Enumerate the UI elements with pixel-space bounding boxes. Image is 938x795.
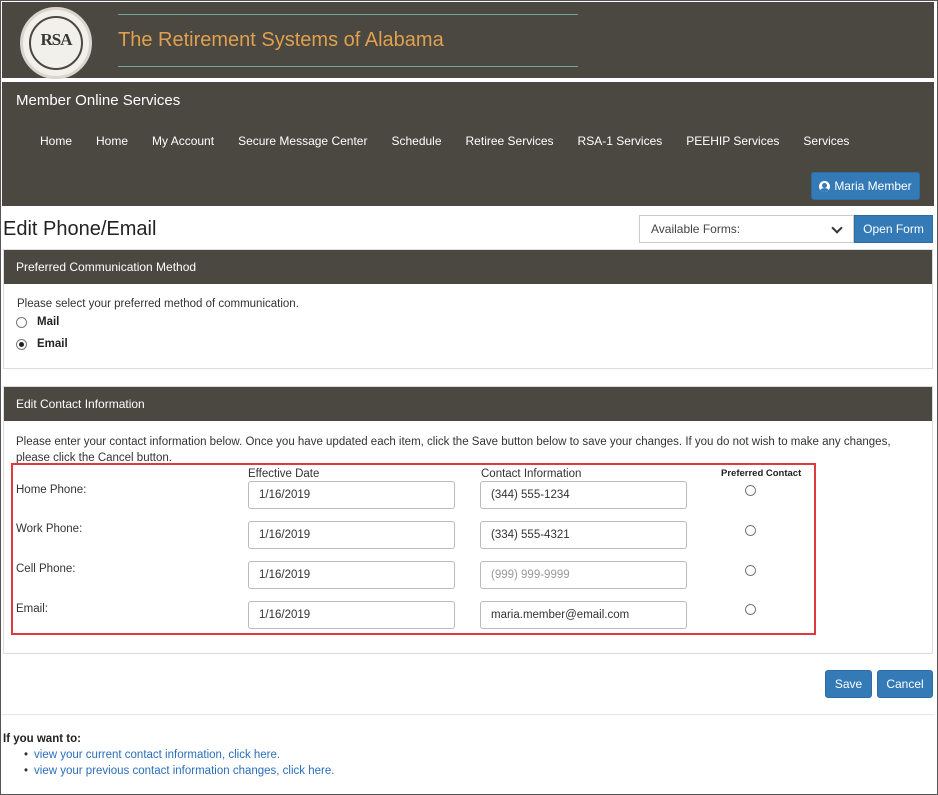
contact-instruction: Please enter your contact information be… — [16, 436, 891, 464]
nav-item-my-account[interactable]: My Account — [140, 134, 226, 148]
home-phone-date-field[interactable]: 1/16/2019 — [248, 481, 455, 509]
save-button[interactable]: Save — [825, 670, 872, 698]
work-phone-preferred-radio[interactable] — [745, 525, 756, 536]
nav-item-services[interactable]: Services — [791, 134, 861, 148]
work-phone-field[interactable]: (334) 555-4321 — [480, 521, 687, 549]
radio-option-mail[interactable]: Mail — [16, 316, 59, 328]
available-forms-select[interactable]: Available Forms: — [639, 215, 854, 243]
email-date-field[interactable]: 1/16/2019 — [248, 601, 455, 629]
mail-radio[interactable] — [16, 316, 27, 328]
column-header-preferred-contact: Preferred Contact — [721, 468, 802, 479]
user-icon — [819, 180, 831, 192]
chevron-down-icon — [831, 222, 843, 234]
email-field[interactable]: maria.member@email.com — [480, 601, 687, 629]
nav-item-home-2[interactable]: Home — [84, 134, 140, 148]
column-header-effective-date: Effective Date — [248, 468, 320, 480]
work-phone-date-field[interactable]: 1/16/2019 — [248, 521, 455, 549]
cell-phone-preferred-radio[interactable] — [745, 565, 756, 576]
rsa-logo[interactable]: RSA — [20, 7, 92, 79]
brand-title: The Retirement Systems of Alabama — [118, 29, 444, 51]
communication-instruction: Please select your preferred method of c… — [17, 298, 299, 310]
page-title: Edit Phone/Email — [3, 218, 157, 240]
nav-band: Member Online Services Home Home My Acco… — [2, 82, 934, 206]
radio-option-email[interactable]: Email — [16, 338, 68, 350]
nav-item-schedule[interactable]: Schedule — [379, 134, 453, 148]
site-title: Member Online Services — [16, 92, 181, 109]
mail-label: Mail — [37, 316, 60, 328]
user-name: Maria Member — [834, 179, 912, 193]
brand-rule-top — [118, 14, 578, 15]
email-radio[interactable] — [16, 338, 27, 350]
nav-item-home[interactable]: Home — [28, 134, 84, 148]
available-forms-value: Available Forms: — [651, 222, 741, 236]
home-phone-label: Home Phone: — [16, 484, 87, 496]
brand-rule-bottom — [118, 66, 578, 67]
bullet-icon: • — [24, 749, 29, 761]
logo-mark: RSA — [40, 30, 72, 49]
preferred-communication-panel: Preferred Communication Method Please se… — [3, 249, 933, 369]
nav-item-secure-message-center[interactable]: Secure Message Center — [226, 134, 379, 148]
user-menu-button[interactable]: Maria Member — [811, 172, 920, 200]
nav-item-retiree-services[interactable]: Retiree Services — [454, 134, 566, 148]
nav-item-rsa1-services[interactable]: RSA-1 Services — [566, 134, 675, 148]
panel-heading: Preferred Communication Method — [4, 250, 932, 284]
site-header: RSA The Retirement Systems of Alabama — [2, 2, 934, 80]
work-phone-label: Work Phone: — [16, 523, 83, 535]
previous-changes-link[interactable]: view your previous contact information c… — [34, 765, 334, 777]
open-form-button[interactable]: Open Form — [854, 215, 933, 243]
previous-changes-link-item: • view your previous contact information … — [24, 765, 334, 777]
current-contact-link[interactable]: view your current contact information, c… — [34, 749, 280, 761]
main-nav: Home Home My Account Secure Message Cent… — [28, 134, 861, 148]
email-row-label: Email: — [16, 603, 48, 615]
home-phone-field[interactable]: (344) 555-1234 — [480, 481, 687, 509]
home-phone-preferred-radio[interactable] — [745, 485, 756, 496]
cell-phone-field[interactable]: (999) 999-9999 — [480, 561, 687, 589]
cancel-button[interactable]: Cancel — [877, 670, 933, 698]
footer-divider — [2, 714, 934, 715]
panel-heading: Edit Contact Information — [4, 387, 932, 421]
column-header-contact-information: Contact Information — [481, 468, 582, 480]
cell-phone-date-field[interactable]: 1/16/2019 — [248, 561, 455, 589]
email-preferred-radio[interactable] — [745, 604, 756, 615]
bullet-icon: • — [24, 765, 29, 777]
current-contact-link-item: • view your current contact information, … — [24, 749, 280, 761]
nav-item-peehip-services[interactable]: PEEHIP Services — [674, 134, 791, 148]
email-label: Email — [37, 338, 68, 350]
cell-phone-label: Cell Phone: — [16, 563, 76, 575]
footer-title: If you want to: — [3, 733, 81, 745]
